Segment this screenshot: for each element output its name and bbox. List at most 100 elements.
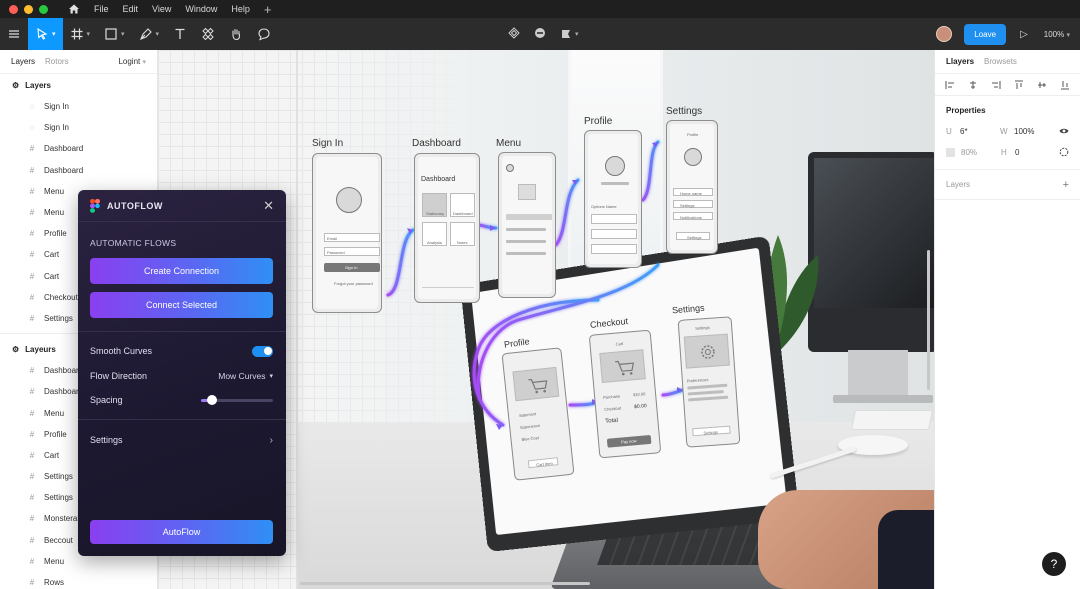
leave-button[interactable]: Loave	[964, 23, 1007, 45]
flow-direction-select[interactable]: Mow Curves ▾	[218, 371, 273, 381]
monitor-stand	[848, 350, 908, 400]
rectangle-icon	[105, 28, 117, 40]
color-swatch[interactable]	[946, 148, 955, 157]
layer-item-label: Dashboard	[44, 144, 84, 154]
menu-row	[506, 214, 552, 220]
present-play-icon[interactable]: ▷	[1020, 29, 1028, 40]
gear-icon: ⚙	[12, 344, 20, 354]
menu-file[interactable]: File	[94, 4, 109, 14]
cart-icon	[615, 360, 635, 376]
frame-icon: #	[29, 292, 35, 302]
settings-row[interactable]: Settings ›	[90, 432, 273, 448]
layer-item[interactable]: ◌ Sign In	[0, 117, 157, 138]
layer-item[interactable]: # Dashboard	[0, 138, 157, 159]
layer-item-label: Dashboard	[44, 165, 84, 175]
minimize-window-button[interactable]	[24, 4, 33, 14]
align-bottom-icon[interactable]	[1060, 80, 1070, 90]
layer-item[interactable]: # Rows	[0, 572, 157, 589]
components-icon	[202, 27, 214, 41]
layer-item-label: Beccout	[44, 535, 73, 545]
align-right-icon[interactable]	[991, 80, 1001, 90]
chevron-down-icon: ▾	[269, 373, 273, 380]
tab-layers[interactable]: Layers	[11, 57, 35, 66]
align-top-icon[interactable]	[1014, 80, 1024, 90]
menu-edit[interactable]: Edit	[123, 4, 139, 14]
settings-label: Settings	[90, 435, 123, 445]
horizontal-scrollbar[interactable]	[300, 582, 590, 585]
page-select[interactable]: Logint ▾	[118, 57, 146, 66]
monitor-foot	[833, 395, 933, 403]
menu-help[interactable]: Help	[231, 4, 250, 14]
prop-value-field[interactable]: 100%	[1014, 127, 1034, 136]
chevron-right-icon: ›	[269, 434, 273, 446]
menu-screen[interactable]	[498, 152, 556, 298]
prop-value-field[interactable]: 0	[1015, 148, 1019, 157]
layer-item-label: Monsteral	[44, 514, 80, 524]
menu-window[interactable]: Window	[185, 4, 217, 14]
password-field: Password	[324, 247, 380, 256]
maximize-window-button[interactable]	[39, 4, 48, 14]
layer-item[interactable]: ◌ Sign In	[0, 96, 157, 117]
move-tool-button[interactable]: ▾	[28, 18, 63, 50]
hand-tool-button[interactable]	[222, 18, 250, 50]
settings-screen[interactable]: Profile Home name Settings Notifications…	[666, 120, 718, 254]
align-center-icon[interactable]	[968, 80, 978, 90]
frame-icon: #	[29, 578, 35, 588]
home-icon[interactable]	[68, 3, 80, 15]
component-diamond-icon[interactable]	[508, 27, 520, 41]
help-button[interactable]: ?	[1042, 552, 1066, 576]
zoom-select[interactable]: 100% ▾	[1044, 30, 1070, 39]
layers-section-header[interactable]: ⚙ Layers	[0, 74, 157, 96]
laptop-checkout-screen[interactable]: Cart Purchase $10.00 Checkout $0.00 Tota…	[588, 329, 662, 459]
tab-llayers[interactable]: Llayers	[946, 57, 974, 66]
add-plus-icon[interactable]: +	[1063, 179, 1069, 191]
create-connection-button[interactable]: Create Connection	[90, 258, 273, 284]
menu-view[interactable]: View	[152, 4, 171, 14]
spacing-slider[interactable]	[201, 395, 273, 405]
close-icon[interactable]: ✕	[263, 198, 274, 214]
tab-rotors[interactable]: Rotors	[45, 57, 69, 66]
prop-value-field[interactable]: 6*	[960, 127, 1000, 136]
section-title: Layers	[25, 80, 51, 90]
components-tool-button[interactable]	[194, 18, 222, 50]
comment-tool-button[interactable]	[250, 18, 278, 50]
constraints-icon[interactable]	[1059, 147, 1069, 159]
right-panel-tabs: Llayers Browsets	[935, 50, 1080, 74]
profile-screen[interactable]: Options Name	[584, 130, 642, 268]
layer-item-label: Cart	[44, 271, 60, 281]
theme-contrast-icon[interactable]	[534, 27, 546, 41]
layer-item[interactable]: # Dashboard	[0, 160, 157, 181]
text-tool-button[interactable]	[166, 18, 194, 50]
signin-screen[interactable]: Email Password Sign In Forgot your passw…	[312, 153, 382, 313]
tab-browsets[interactable]: Browsets	[984, 57, 1017, 66]
align-middle-icon[interactable]	[1037, 80, 1047, 90]
layer-item-label: Sign In	[44, 123, 69, 133]
layer-item-label: Menu	[44, 208, 65, 218]
main-menu-icon[interactable]	[0, 18, 28, 50]
toolbar-right: Loave ▷ 100% ▾	[936, 18, 1080, 50]
vertical-scrollbar[interactable]	[927, 250, 930, 390]
menu-row	[506, 252, 546, 255]
align-left-icon[interactable]	[945, 80, 955, 90]
close-window-button[interactable]	[9, 4, 18, 14]
autoflow-button[interactable]: AutoFlow	[90, 520, 273, 544]
eye-icon[interactable]	[1059, 127, 1069, 137]
plugin-icon[interactable]: ▾	[560, 28, 579, 40]
smooth-curves-toggle[interactable]	[252, 345, 273, 357]
prop-value-field[interactable]: 80%	[961, 148, 1001, 157]
keyboard	[850, 410, 934, 430]
pen-tool-button[interactable]: ▾	[132, 18, 167, 50]
frame-tool-button[interactable]: ▾	[63, 18, 98, 50]
new-tab-plus-icon[interactable]: +	[264, 2, 272, 17]
shape-tool-button[interactable]: ▾	[97, 18, 132, 50]
laptop-settings-screen[interactable]: Settings Preferences Settings	[677, 316, 741, 448]
prop-key: H	[1001, 148, 1007, 157]
user-avatar[interactable]	[936, 26, 953, 42]
dashboard-screen[interactable]: Dashboard Stationary Dashboard Analysis …	[414, 153, 480, 303]
frame-icon: #	[29, 250, 35, 260]
sleeve	[878, 510, 934, 589]
spacing-slider-knob[interactable]	[206, 395, 217, 405]
purchase-label: Purchase	[602, 393, 621, 400]
connect-selected-button[interactable]: Connect Selected	[90, 292, 273, 318]
canvas-edge	[296, 50, 298, 589]
